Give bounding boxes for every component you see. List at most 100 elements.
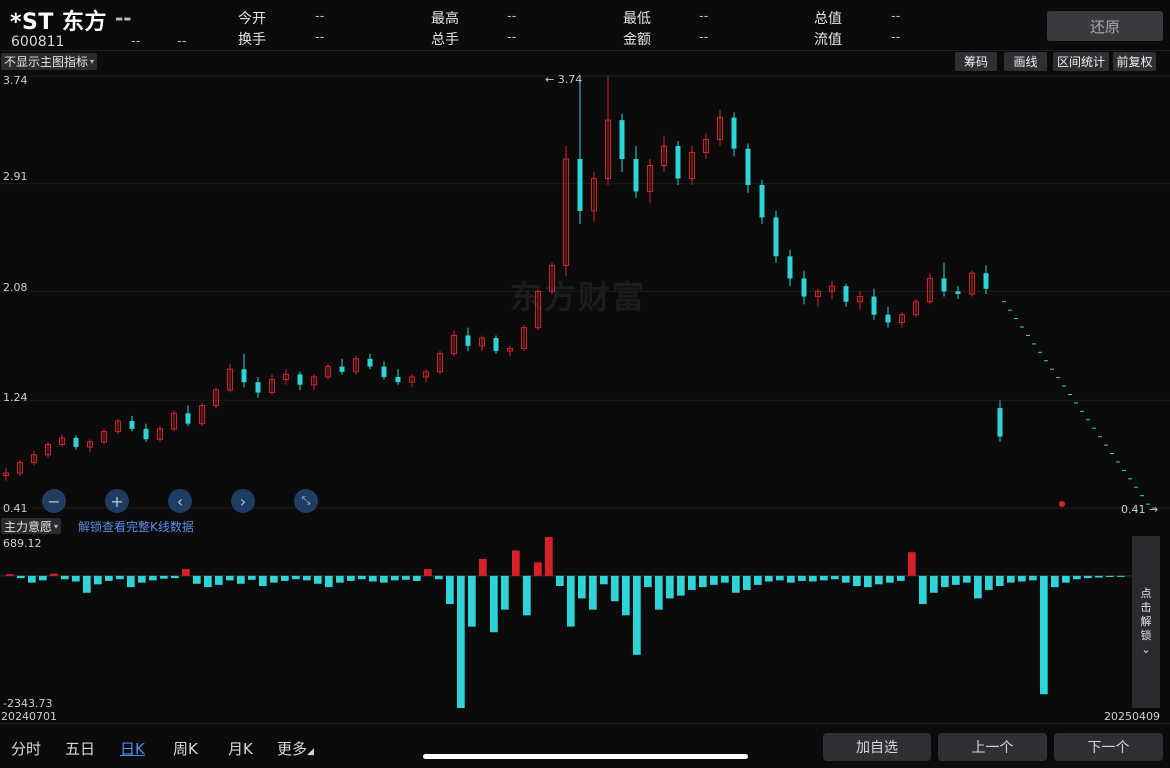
tab-intraday[interactable]: 分时 (11, 738, 41, 759)
unlock-side-char: 解 (1140, 615, 1152, 628)
tab-week-k[interactable]: 周K (173, 738, 198, 759)
corner-caret-icon: ◢ (307, 747, 314, 757)
force-bar (721, 575, 729, 583)
force-bar (1073, 575, 1081, 580)
force-bar (193, 575, 201, 584)
force-bar (1106, 575, 1114, 577)
force-bar (83, 575, 91, 593)
force-bar (435, 575, 443, 580)
unlock-kline-link[interactable]: 解锁查看完整K线数据 (78, 518, 194, 535)
candle-body (577, 159, 583, 211)
force-bar (171, 575, 179, 579)
force-bar (534, 562, 542, 576)
candle-body (675, 146, 681, 179)
chevron-left-icon: ‹ (176, 491, 184, 511)
force-bar (28, 575, 36, 583)
force-bar (127, 575, 135, 588)
caret-down-icon: ▾ (54, 521, 59, 531)
force-bar (1007, 575, 1015, 583)
force-bar (820, 575, 828, 581)
force-bar (1062, 575, 1070, 583)
stat-value-float-value: -- (891, 30, 901, 45)
start-date-label: 20240701 (1, 710, 57, 723)
force-bar (138, 575, 146, 583)
tab-day-k[interactable]: 日K (120, 738, 145, 759)
min-price-label: 0.41 (1121, 503, 1146, 516)
stat-value-low: -- (699, 9, 709, 24)
max-price-marker: ← 3.74 (545, 73, 583, 86)
previous-button[interactable]: 上一个 (938, 733, 1047, 761)
candle-body (983, 273, 989, 289)
restore-button[interactable]: 还原 (1047, 11, 1163, 41)
stat-label-turnover: 换手 (238, 32, 266, 48)
force-bar (215, 575, 223, 585)
force-bar (776, 575, 784, 581)
candle-body (997, 408, 1003, 437)
force-bar (248, 575, 256, 580)
force-bar (446, 575, 454, 605)
next-button[interactable]: 下一个 (1054, 733, 1163, 761)
sub-min-label: -2343.73 (3, 697, 53, 710)
tab-month-k[interactable]: 月K (228, 738, 253, 759)
candle-body (241, 369, 247, 383)
candle-body (773, 217, 779, 257)
limit-dot (1059, 501, 1065, 507)
sub-indicator-label: 主力意愿 (4, 519, 53, 534)
home-indicator (423, 754, 748, 759)
max-price-label: 3.74 (557, 73, 583, 86)
sub-indicator-select[interactable]: 主力意愿 ▾ (1, 518, 62, 534)
zoom-out-button[interactable]: − (42, 489, 66, 513)
force-bar (402, 575, 410, 580)
force-bar (919, 575, 927, 605)
tab-more[interactable]: 更多◢ (277, 738, 314, 759)
candle-body (185, 413, 191, 424)
collapse-icon: ⤡ (301, 494, 311, 507)
candle-body (297, 374, 303, 385)
chevron-right-icon: › (239, 491, 247, 511)
force-bar (347, 575, 355, 581)
force-bar (369, 575, 377, 582)
force-bar (1018, 575, 1026, 582)
range-stats-button[interactable]: 区间统计 (1053, 52, 1109, 71)
scroll-left-button[interactable]: ‹ (168, 489, 192, 513)
force-bar (963, 575, 971, 583)
force-bar (545, 537, 553, 576)
add-watchlist-button[interactable]: 加自选 (823, 733, 931, 761)
force-bar (39, 575, 47, 581)
force-bar (567, 575, 575, 627)
force-bar (864, 575, 872, 588)
main-indicator-select[interactable]: 不显示主图指标 ▾ (1, 53, 98, 70)
unlock-side-button[interactable]: 点 击 解 锁 ⌄ (1132, 536, 1160, 708)
force-bar (391, 575, 399, 581)
force-bar (281, 575, 289, 581)
stat-value-turnover: -- (315, 30, 325, 45)
candle-body (633, 159, 639, 192)
force-bar (512, 550, 520, 576)
force-bar (413, 575, 421, 581)
draw-line-button[interactable]: 画线 (1004, 52, 1047, 71)
force-bar (336, 575, 344, 583)
force-bar (930, 575, 938, 593)
force-bar (259, 575, 267, 587)
unlock-side-char: 击 (1140, 601, 1152, 614)
candlestick-chart[interactable] (0, 72, 1170, 516)
stat-label-amount: 金额 (623, 32, 651, 48)
force-bar (6, 574, 14, 576)
forward-adjust-button[interactable]: 前复权 (1113, 52, 1156, 71)
tab-five-day[interactable]: 五日 (65, 738, 95, 759)
stat-label-low: 最低 (623, 11, 651, 27)
force-bar (94, 575, 102, 585)
force-bar (853, 575, 861, 587)
candle-body (731, 117, 737, 149)
force-bar (600, 575, 608, 585)
chips-button[interactable]: 筹码 (955, 52, 997, 71)
force-bar (479, 558, 487, 576)
force-bar (908, 552, 916, 576)
stock-code: 600811 (11, 34, 65, 50)
scroll-right-button[interactable]: › (231, 489, 255, 513)
caret-down-icon: ▾ (90, 57, 95, 66)
main-indicator-label: 不显示主图指标 (4, 55, 89, 69)
collapse-button[interactable]: ⤡ (294, 489, 318, 513)
zoom-in-button[interactable]: + (105, 489, 129, 513)
force-bar (149, 575, 157, 581)
